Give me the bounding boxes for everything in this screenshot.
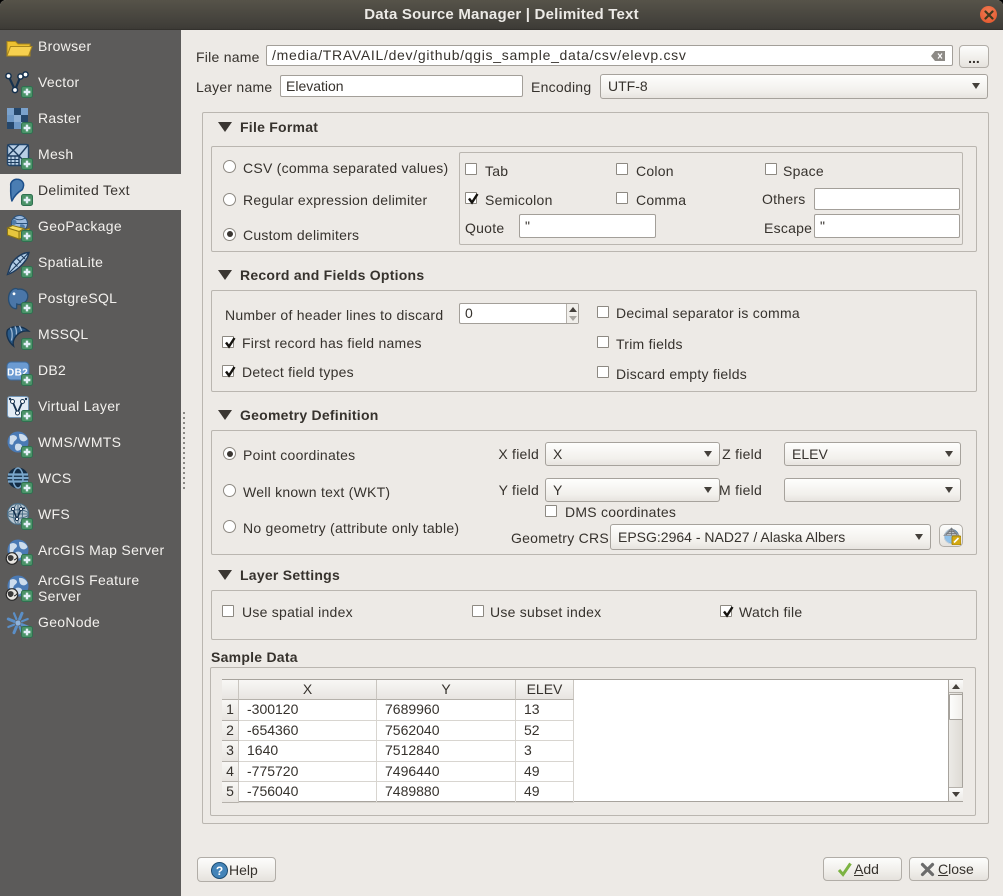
svg-text:?: ? (216, 864, 223, 878)
